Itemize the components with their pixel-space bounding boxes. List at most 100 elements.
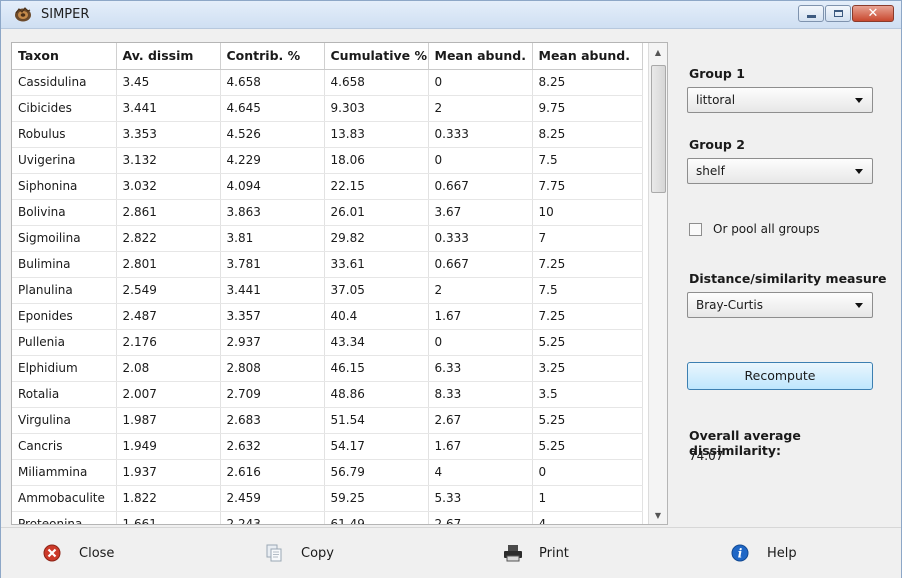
- cell-cumulative: 61.49: [324, 511, 429, 524]
- results-table-container[interactable]: Taxon Av. dissim Contrib. % Cumulative %…: [11, 42, 668, 525]
- print-button[interactable]: Print: [503, 542, 569, 564]
- cell-mean-abund-1: 0.667: [428, 251, 533, 278]
- table-row[interactable]: Uvigerina 3.132 4.229 18.06 0 7.5: [12, 147, 643, 174]
- measure-select[interactable]: Bray-Curtis: [687, 292, 873, 318]
- table-row[interactable]: Pullenia 2.176 2.937 43.34 0 5.25: [12, 329, 643, 356]
- cell-mean-abund-2: 10: [532, 199, 643, 226]
- cell-taxon: Pullenia: [12, 329, 117, 356]
- cell-mean-abund-1: 0: [428, 69, 533, 96]
- cell-cumulative: 4.658: [324, 69, 429, 96]
- table-row[interactable]: Robulus 3.353 4.526 13.83 0.333 8.25: [12, 121, 643, 148]
- title-bar[interactable]: SIMPER ✕: [1, 1, 901, 29]
- maximize-button[interactable]: [825, 5, 851, 22]
- pool-groups-option[interactable]: Or pool all groups: [689, 222, 820, 236]
- table-row[interactable]: Bulimina 2.801 3.781 33.61 0.667 7.25: [12, 251, 643, 278]
- scroll-up-icon[interactable]: ▲: [649, 43, 667, 61]
- cell-taxon: Eponides: [12, 303, 117, 330]
- cell-taxon: Rotalia: [12, 381, 117, 408]
- table-row[interactable]: Virgulina 1.987 2.683 51.54 2.67 5.25: [12, 407, 643, 434]
- cell-av-dissim: 1.822: [116, 485, 221, 512]
- cell-mean-abund-2: 3.25: [532, 355, 643, 382]
- cell-mean-abund-2: 7: [532, 225, 643, 252]
- column-header-cumulative[interactable]: Cumulative %: [324, 43, 429, 70]
- group2-label: Group 2: [689, 137, 745, 152]
- table-row[interactable]: Ammobaculite 1.822 2.459 59.25 5.33 1: [12, 485, 643, 512]
- cell-contrib: 2.459: [220, 485, 325, 512]
- table-row[interactable]: Rotalia 2.007 2.709 48.86 8.33 3.5: [12, 381, 643, 408]
- close-button[interactable]: Close: [43, 542, 114, 564]
- table-row[interactable]: Eponides 2.487 3.357 40.4 1.67 7.25: [12, 303, 643, 330]
- table-row[interactable]: Cancris 1.949 2.632 54.17 1.67 5.25: [12, 433, 643, 460]
- help-button[interactable]: i Help: [731, 542, 797, 564]
- copy-button[interactable]: Copy: [265, 542, 334, 564]
- window-close-button[interactable]: ✕: [852, 5, 894, 22]
- cell-cumulative: 18.06: [324, 147, 429, 174]
- cell-mean-abund-1: 2.67: [428, 407, 533, 434]
- cell-contrib: 4.094: [220, 173, 325, 200]
- table-row[interactable]: Miliammina 1.937 2.616 56.79 4 0: [12, 459, 643, 486]
- cell-mean-abund-1: 0.333: [428, 121, 533, 148]
- cell-contrib: 3.781: [220, 251, 325, 278]
- scroll-thumb[interactable]: [651, 65, 666, 193]
- column-header-mean-abund-1[interactable]: Mean abund.: [428, 43, 533, 70]
- cell-contrib: 2.243: [220, 511, 325, 524]
- cell-taxon: Robulus: [12, 121, 117, 148]
- cell-mean-abund-2: 7.25: [532, 251, 643, 278]
- cell-av-dissim: 2.007: [116, 381, 221, 408]
- cell-av-dissim: 3.353: [116, 121, 221, 148]
- cell-contrib: 4.526: [220, 121, 325, 148]
- cell-contrib: 2.632: [220, 433, 325, 460]
- cell-taxon: Ammobaculite: [12, 485, 117, 512]
- group2-value: shelf: [696, 164, 725, 178]
- cell-av-dissim: 1.937: [116, 459, 221, 486]
- cell-contrib: 4.229: [220, 147, 325, 174]
- table-row[interactable]: Elphidium 2.08 2.808 46.15 6.33 3.25: [12, 355, 643, 382]
- table-row[interactable]: Cassidulina 3.45 4.658 4.658 0 8.25: [12, 69, 643, 96]
- cell-cumulative: 48.86: [324, 381, 429, 408]
- cell-cumulative: 13.83: [324, 121, 429, 148]
- cell-taxon: Sigmoilina: [12, 225, 117, 252]
- group2-select[interactable]: shelf: [687, 158, 873, 184]
- table-row[interactable]: Cibicides 3.441 4.645 9.303 2 9.75: [12, 95, 643, 122]
- table-row[interactable]: Bolivina 2.861 3.863 26.01 3.67 10: [12, 199, 643, 226]
- cell-mean-abund-2: 4: [532, 511, 643, 524]
- minimize-button[interactable]: [798, 5, 824, 22]
- pool-groups-label: Or pool all groups: [713, 222, 820, 236]
- group1-select[interactable]: littoral: [687, 87, 873, 113]
- column-header-av-dissim[interactable]: Av. dissim: [116, 43, 221, 70]
- pool-groups-checkbox[interactable]: [689, 222, 702, 236]
- cell-mean-abund-2: 5.25: [532, 433, 643, 460]
- cell-cumulative: 59.25: [324, 485, 429, 512]
- vertical-scrollbar[interactable]: ▲ ▼: [648, 43, 667, 524]
- cell-mean-abund-2: 1: [532, 485, 643, 512]
- table-row[interactable]: Siphonina 3.032 4.094 22.15 0.667 7.75: [12, 173, 643, 200]
- column-header-contrib[interactable]: Contrib. %: [220, 43, 325, 70]
- scroll-down-icon[interactable]: ▼: [649, 506, 667, 524]
- column-header-mean-abund-2[interactable]: Mean abund.: [532, 43, 643, 70]
- table-header-row: Taxon Av. dissim Contrib. % Cumulative %…: [12, 43, 643, 70]
- chevron-down-icon: [855, 98, 863, 103]
- cell-contrib: 2.616: [220, 459, 325, 486]
- cell-mean-abund-2: 9.75: [532, 95, 643, 122]
- cell-av-dissim: 1.949: [116, 433, 221, 460]
- chevron-down-icon: [855, 169, 863, 174]
- cell-cumulative: 46.15: [324, 355, 429, 382]
- cell-mean-abund-1: 0: [428, 147, 533, 174]
- cell-mean-abund-2: 5.25: [532, 329, 643, 356]
- table-row[interactable]: Sigmoilina 2.822 3.81 29.82 0.333 7: [12, 225, 643, 252]
- cell-taxon: Bulimina: [12, 251, 117, 278]
- cell-contrib: 3.81: [220, 225, 325, 252]
- printer-icon: [503, 544, 523, 562]
- svg-text:i: i: [738, 547, 743, 561]
- copy-button-label: Copy: [301, 545, 334, 561]
- cell-av-dissim: 1.987: [116, 407, 221, 434]
- table-row[interactable]: Planulina 2.549 3.441 37.05 2 7.5: [12, 277, 643, 304]
- cell-mean-abund-2: 7.5: [532, 147, 643, 174]
- table-body: Cassidulina 3.45 4.658 4.658 0 8.25 Cibicides 3…: [12, 69, 643, 524]
- table-row[interactable]: Proteonina 1.661 2.243 61.49 2.67 4: [12, 511, 643, 524]
- minimize-icon: [806, 15, 816, 18]
- cell-mean-abund-2: 0: [532, 459, 643, 486]
- column-header-taxon[interactable]: Taxon: [12, 43, 117, 70]
- recompute-button[interactable]: Recompute: [687, 362, 873, 390]
- cell-mean-abund-1: 0.333: [428, 225, 533, 252]
